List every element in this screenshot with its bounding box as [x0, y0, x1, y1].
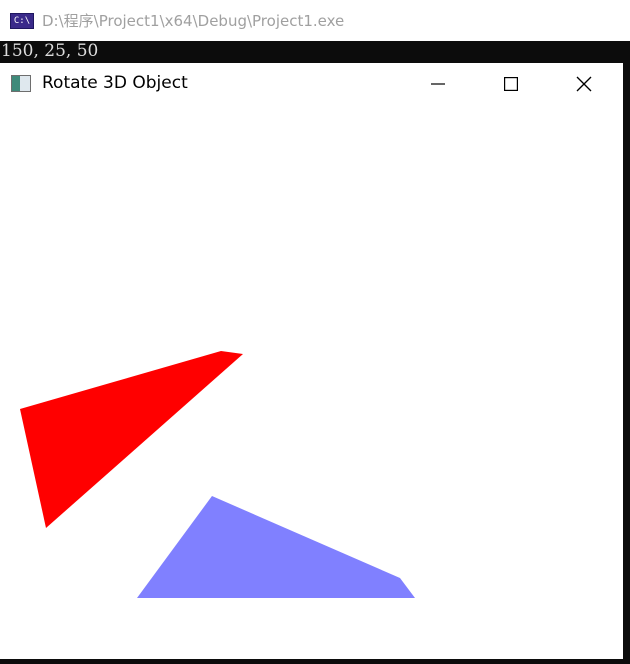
render-canvas[interactable]: [0, 105, 623, 659]
opengl-window[interactable]: Rotate 3D Object: [0, 63, 623, 659]
maximize-icon: [504, 77, 518, 91]
window-titlebar[interactable]: Rotate 3D Object: [0, 63, 623, 105]
window-title: Rotate 3D Object: [42, 73, 188, 93]
console-window-title: D:\程序\Project1\x64\Debug\Project1.exe: [42, 12, 345, 30]
console-titlebar: C:\ D:\程序\Project1\x64\Debug\Project1.ex…: [0, 0, 630, 41]
maximize-button[interactable]: [481, 63, 541, 105]
console-app-icon: C:\: [10, 12, 34, 29]
close-icon: [576, 76, 592, 92]
console-output-line: 150, 25, 50: [1, 41, 99, 61]
blue-triangle: [137, 496, 415, 598]
window-app-icon[interactable]: [11, 75, 31, 92]
minimize-icon: [431, 83, 445, 85]
minimize-button[interactable]: [408, 63, 468, 105]
close-button[interactable]: [554, 63, 614, 105]
